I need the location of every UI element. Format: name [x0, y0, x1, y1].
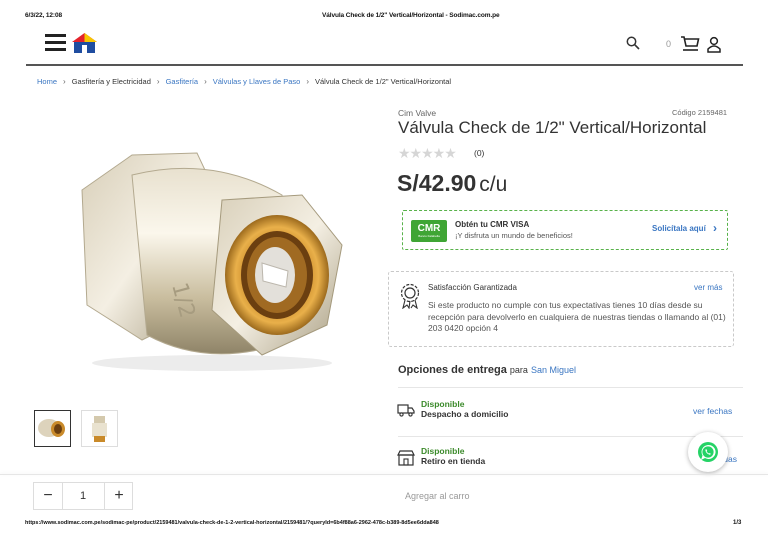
print-url: https://www.sodimac.com.pe/sodimac-pe/pr…	[25, 520, 439, 526]
breadcrumb-current: Válvula Check de 1/2" Vertical/Horizonta…	[314, 77, 452, 86]
chevron-right-icon: ›	[156, 77, 160, 86]
quantity-increase-button[interactable]: +	[104, 483, 133, 509]
product-brand[interactable]: Cim Valve	[398, 108, 436, 118]
breadcrumb-home[interactable]: Home	[37, 77, 57, 86]
chevron-right-icon: ›	[713, 221, 717, 235]
user-icon[interactable]	[707, 36, 721, 53]
cart-icon[interactable]	[680, 35, 700, 52]
breadcrumb-valvulas[interactable]: Válvulas y Llaves de Paso	[213, 77, 301, 86]
search-icon[interactable]	[626, 36, 640, 50]
cart-bar-divider	[0, 474, 768, 475]
print-datetime: 6/3/22, 12:08	[25, 12, 63, 19]
award-badge-icon	[400, 283, 420, 309]
store-icon	[397, 450, 415, 466]
quantity-input[interactable]: 1	[62, 483, 104, 509]
price-unit: c/u	[479, 173, 508, 196]
product-price: S/42.90 c/u	[397, 170, 507, 197]
delivery-divider	[398, 387, 743, 388]
review-count[interactable]: (0)	[474, 148, 484, 158]
delivery-divider	[398, 436, 743, 437]
price-value: S/42.90	[397, 170, 477, 196]
chevron-right-icon: ›	[306, 77, 309, 86]
thumbnail-image	[92, 416, 107, 442]
chevron-right-icon: ›	[204, 77, 207, 86]
whatsapp-icon	[698, 442, 718, 462]
cmr-cta[interactable]: Solicítala aquí	[652, 224, 706, 233]
chevron-right-icon: ›	[63, 77, 66, 86]
cart-count: 0	[666, 39, 672, 49]
store-pickup-label: Retiro en tienda	[421, 456, 486, 466]
logo-icon[interactable]	[71, 32, 98, 54]
cmr-subtitle: ¡Y disfruta un mundo de beneficios!	[455, 231, 573, 240]
whatsapp-button[interactable]	[688, 432, 728, 472]
delivery-heading: Opciones de entrega para San Miguel	[398, 364, 576, 376]
menu-icon[interactable]	[45, 34, 66, 51]
delivery-location[interactable]: San Miguel	[531, 365, 576, 375]
product-code: Código 2159481	[672, 108, 728, 117]
breadcrumb-gasfiteria-electricidad[interactable]: Gasfitería y Electricidad	[72, 77, 151, 86]
satisfaction-text: Si este producto no cumple con tus expec…	[428, 300, 726, 333]
home-delivery-link[interactable]: ver fechas	[693, 406, 732, 416]
print-page-number: 1/3	[733, 520, 742, 526]
cmr-logo: CMR Banco Falabella	[411, 220, 447, 242]
thumbnail-1[interactable]	[34, 410, 71, 447]
cmr-banner[interactable]: CMR Banco Falabella Obtén tu CMR VISA ¡Y…	[402, 210, 728, 250]
quantity-stepper: − 1 +	[33, 482, 133, 510]
cmr-title: Obtén tu CMR VISA	[455, 220, 530, 229]
satisfaction-box: Satisfacción Garantizada ver más Si este…	[388, 271, 734, 347]
rating-stars[interactable]: ★★★★★	[398, 145, 457, 162]
print-doc-title: Válvula Check de 1/2" Vertical/Horizonta…	[322, 12, 500, 19]
thumbnail-image	[38, 419, 65, 437]
add-to-cart-button[interactable]: Agregar al carro	[405, 491, 470, 501]
quantity-decrease-button[interactable]: −	[34, 483, 63, 509]
product-title: Válvula Check de 1/2" Vertical/Horizonta…	[398, 118, 707, 137]
breadcrumb-gasfiteria[interactable]: Gasfitería	[166, 77, 199, 86]
satisfaction-title: Satisfacción Garantizada	[428, 283, 517, 292]
home-delivery-label: Despacho a domicilio	[421, 409, 509, 419]
breadcrumb: Home › Gasfitería y Electricidad › Gasfi…	[37, 77, 451, 86]
satisfaction-link[interactable]: ver más	[694, 283, 722, 292]
store-pickup-status: Disponible	[421, 446, 465, 456]
product-image[interactable]: 1/2	[62, 135, 352, 375]
thumbnail-2[interactable]	[81, 410, 118, 447]
truck-icon	[397, 404, 415, 417]
home-delivery-status: Disponible	[421, 399, 465, 409]
header-divider	[26, 64, 743, 66]
